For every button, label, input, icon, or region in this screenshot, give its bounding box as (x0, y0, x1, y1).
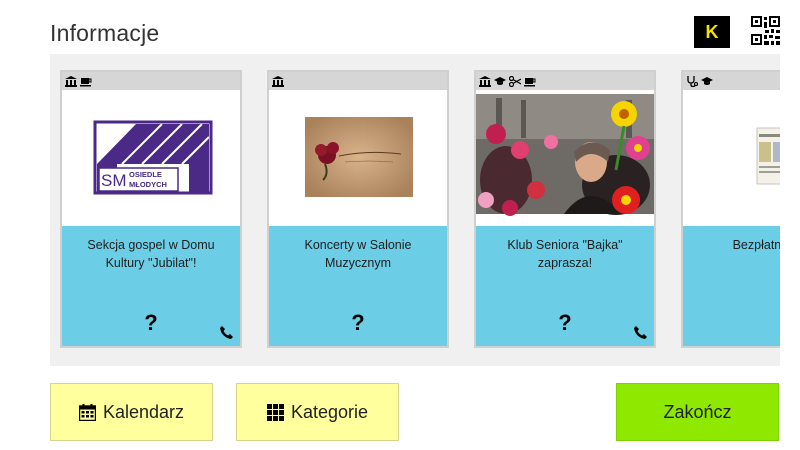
info-card[interactable]: Klub Seniora "Bajka" zaprasza! ? (474, 70, 656, 348)
brochure-thumbnail (756, 127, 780, 185)
card-image: SM OSIEDLE MŁODYCH (62, 90, 240, 226)
card-info-panel: Bezpłatne psycholo ? (683, 226, 780, 346)
scissors-icon (509, 75, 521, 87)
card-category-bar (476, 72, 654, 90)
calendar-icon (78, 403, 96, 421)
info-card[interactable]: SM OSIEDLE MŁODYCH Sekcja gospel w Domu … (60, 70, 242, 348)
help-icon[interactable]: ? (269, 310, 447, 336)
card-info-panel: Klub Seniora "Bajka" zaprasza! ? (476, 226, 654, 346)
info-card[interactable]: Koncerty w Salonie Muzycznym ? (267, 70, 449, 348)
museum-icon (479, 75, 491, 87)
logo-mlodych-text: MŁODYCH (129, 180, 167, 189)
k-badge-button[interactable]: K (694, 16, 730, 48)
salon-muzyczny-photo (305, 117, 413, 197)
card-image (476, 90, 654, 226)
help-icon[interactable]: ? (767, 310, 780, 336)
finish-button-label: Zakończ (663, 401, 732, 422)
phone-icon[interactable] (634, 326, 647, 339)
card-category-bar (683, 72, 780, 90)
graduation-cap-icon (494, 76, 506, 85)
card-info-panel: Koncerty w Salonie Muzycznym ? (269, 226, 447, 346)
museum-icon (272, 75, 284, 87)
coffee-icon (80, 77, 92, 86)
seniors-photo (476, 94, 654, 216)
card-category-bar (62, 72, 240, 90)
qr-code-icon[interactable] (751, 16, 780, 45)
card-title: Bezpłatne psycholo (732, 238, 780, 252)
page-title: Informacje (50, 20, 160, 46)
card-category-bar (269, 72, 447, 90)
calendar-button[interactable]: Kalendarz (50, 383, 213, 441)
card-title: Sekcja gospel w Domu Kultury "Jubilat"! (87, 238, 215, 270)
categories-button-label: Kategorie (290, 401, 369, 422)
coffee-icon (524, 77, 536, 86)
categories-button[interactable]: Kategorie (236, 383, 399, 441)
grid-icon (266, 403, 284, 421)
calendar-button-label: Kalendarz (102, 401, 185, 422)
card-title: Koncerty w Salonie Muzycznym (304, 238, 412, 270)
osiedle-mlodych-logo: SM OSIEDLE MŁODYCH (93, 120, 213, 195)
logo-osiedle-text: OSIEDLE (129, 170, 162, 179)
help-icon[interactable]: ? (62, 310, 240, 336)
phone-icon[interactable] (220, 326, 233, 339)
finish-button[interactable]: Zakończ (616, 383, 779, 441)
info-card[interactable]: Bezpłatne psycholo ? (681, 70, 780, 348)
help-icon[interactable]: ? (476, 310, 654, 336)
logo-sm-text: SM (101, 171, 127, 190)
card-title: Klub Seniora "Bajka" zaprasza! (507, 238, 623, 270)
card-image (269, 90, 447, 226)
stethoscope-icon (687, 75, 698, 87)
museum-icon (65, 75, 77, 87)
graduation-cap-icon (701, 76, 713, 85)
card-image (683, 90, 780, 226)
info-carousel[interactable]: SM OSIEDLE MŁODYCH Sekcja gospel w Domu … (50, 54, 780, 366)
card-info-panel: Sekcja gospel w Domu Kultury "Jubilat"! … (62, 226, 240, 346)
